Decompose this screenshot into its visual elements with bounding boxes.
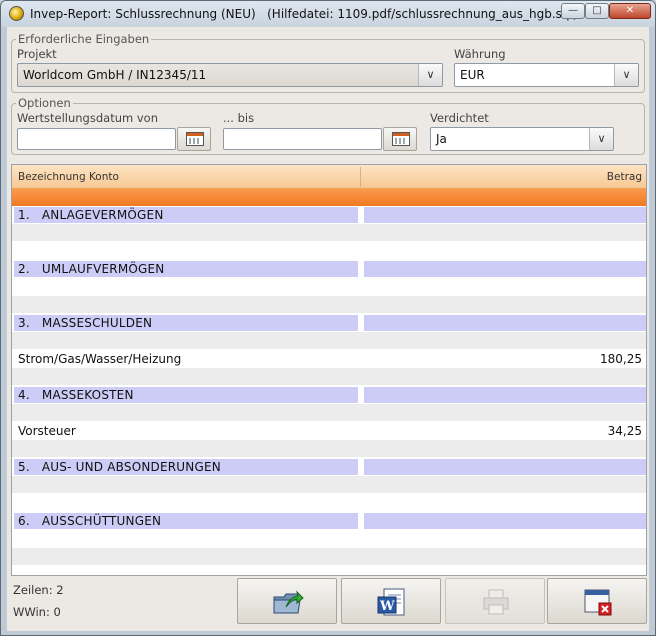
currency-combo[interactable]: EUR ∨ (454, 63, 639, 87)
folder-export-icon (273, 590, 304, 614)
maximize-button[interactable]: □ (585, 3, 609, 19)
date-from-input[interactable] (17, 128, 176, 150)
section-row[interactable]: 2. UMLAUFVERMÖGEN (12, 260, 646, 278)
svg-text:W: W (379, 599, 395, 614)
calendar-icon (392, 132, 410, 146)
report-table[interactable]: Bezeichnung Konto Betrag 1. ANLAGEVERMÖG… (11, 164, 647, 576)
section-band (364, 459, 646, 475)
table-row-empty[interactable] (12, 476, 646, 494)
currency-value: EUR (460, 68, 485, 82)
condensed-label: Verdichtet (430, 111, 489, 125)
section-row[interactable]: 4. MASSEKOSTEN (12, 386, 646, 404)
project-label: Projekt (17, 47, 57, 61)
calendar-icon (186, 132, 204, 146)
table-row-empty[interactable] (12, 242, 646, 260)
export-button[interactable] (237, 578, 337, 624)
project-value: Worldcom GmbH / IN12345/11 (23, 68, 207, 82)
currency-label: Währung (454, 47, 506, 61)
section-title: 3. MASSESCHULDEN (18, 316, 153, 330)
close-report-button[interactable] (547, 578, 647, 624)
section-title: 2. UMLAUFVERMÖGEN (18, 262, 165, 276)
chevron-down-icon[interactable]: ∨ (589, 128, 613, 150)
client-area: Erforderliche Eingaben Projekt Worldcom … (7, 27, 649, 631)
section-row[interactable]: 3. MASSESCHULDEN (12, 314, 646, 332)
date-to-label: ... bis (223, 111, 255, 125)
condensed-combo[interactable]: Ja ∨ (430, 127, 614, 151)
table-row-empty[interactable] (12, 404, 646, 422)
column-header-account[interactable]: Bezeichnung Konto (18, 171, 119, 183)
report-window: Invep-Report: Schlussrechnung (NEU) (Hil… (0, 0, 656, 636)
section-row[interactable]: 1. ANLAGEVERMÖGEN (12, 206, 646, 224)
close-button[interactable]: ✕ (609, 3, 651, 19)
chevron-down-icon[interactable]: ∨ (418, 64, 442, 86)
date-to-calendar-button[interactable] (383, 127, 417, 151)
table-header: Bezeichnung Konto Betrag (12, 165, 646, 189)
word-export-button[interactable]: W (341, 578, 441, 624)
date-from-calendar-button[interactable] (177, 127, 211, 151)
project-combo[interactable]: Worldcom GmbH / IN12345/11 ∨ (17, 63, 443, 87)
section-band (364, 513, 646, 529)
printer-icon (483, 589, 509, 615)
table-body: 1. ANLAGEVERMÖGEN 2. UMLAUFVERMÖGEN 3. MAS… (12, 206, 646, 566)
row-count: Zeilen: 2 (13, 583, 64, 597)
section-band (364, 387, 646, 403)
minimize-button[interactable]: — (561, 3, 585, 19)
table-row-empty[interactable] (12, 440, 646, 458)
table-row-empty[interactable] (12, 548, 646, 566)
table-row-empty[interactable] (12, 278, 646, 296)
required-inputs-legend: Erforderliche Eingaben (16, 32, 152, 46)
title-bar[interactable]: Invep-Report: Schlussrechnung (NEU) (Hil… (1, 1, 655, 27)
section-band (364, 261, 646, 277)
table-row-empty[interactable] (12, 296, 646, 314)
table-row[interactable]: Strom/Gas/Wasser/Heizung 180,25 (12, 350, 646, 368)
table-header-band (12, 189, 646, 206)
section-title: 6. AUSSCHÜTTUNGEN (18, 514, 162, 528)
amount-value: 180,25 (600, 352, 642, 366)
section-title: 5. AUS- UND ABSONDERUNGEN (18, 460, 221, 474)
date-from-label: Wertstellungsdatum von (17, 111, 158, 125)
window-title: Invep-Report: Schlussrechnung (NEU) (Hil… (30, 7, 578, 21)
amount-value: 34,25 (607, 424, 642, 438)
table-row-empty[interactable] (12, 332, 646, 350)
account-name: Vorsteuer (18, 424, 76, 438)
section-title: 1. ANLAGEVERMÖGEN (18, 208, 164, 222)
chevron-down-icon[interactable]: ∨ (614, 64, 638, 86)
section-band (364, 207, 646, 223)
table-row[interactable]: Vorsteuer 34,25 (12, 422, 646, 440)
section-row[interactable]: 6. AUSSCHÜTTUNGEN (12, 512, 646, 530)
table-row-empty[interactable] (12, 224, 646, 242)
close-window-icon (584, 589, 612, 616)
condensed-value: Ja (436, 132, 447, 146)
section-row[interactable]: 5. AUS- UND ABSONDERUNGEN (12, 458, 646, 476)
app-icon (9, 6, 24, 21)
column-divider[interactable] (360, 167, 361, 187)
account-name: Strom/Gas/Wasser/Heizung (18, 352, 182, 366)
wwin-count: WWin: 0 (13, 605, 61, 619)
options-legend: Optionen (16, 96, 73, 110)
table-row-empty[interactable] (12, 368, 646, 386)
table-row-empty[interactable] (12, 530, 646, 548)
section-band (364, 315, 646, 331)
print-button[interactable] (445, 578, 545, 624)
table-row-empty[interactable] (12, 494, 646, 512)
date-to-input[interactable] (223, 128, 382, 150)
column-header-amount[interactable]: Betrag (607, 171, 642, 183)
section-title: 4. MASSEKOSTEN (18, 388, 134, 402)
word-document-icon: W (377, 588, 405, 616)
